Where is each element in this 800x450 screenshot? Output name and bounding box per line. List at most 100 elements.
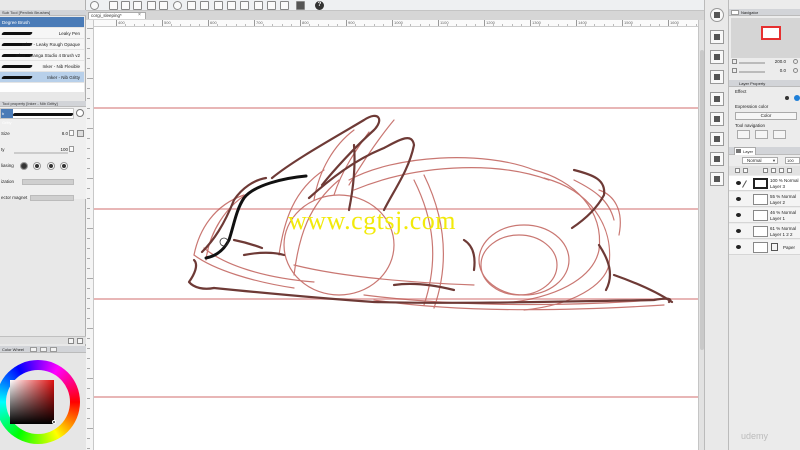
zoom-row[interactable]: 200.0	[731, 59, 800, 66]
navigator-icon[interactable]	[710, 30, 724, 44]
layer-row-layer-2[interactable]: 55 % Normal Layer 2	[729, 192, 800, 207]
expression-color-dropdown[interactable]: Color	[735, 112, 797, 120]
brush-item-nib-gritty[interactable]: Inker - Nib Gritty	[0, 72, 84, 83]
rotate-reset-icon[interactable]	[793, 68, 798, 73]
save-icon[interactable]	[296, 1, 305, 10]
size-spinner[interactable]	[69, 130, 74, 136]
rotate-value[interactable]: 0.0	[780, 68, 786, 73]
color-panel-icon[interactable]	[710, 8, 724, 22]
copy-icon[interactable]	[133, 1, 142, 10]
opacity-spinner[interactable]	[69, 146, 74, 152]
ruler-number: 600	[210, 20, 217, 25]
navigator-viewport-box[interactable]	[761, 26, 781, 40]
clear-icon[interactable]	[200, 1, 209, 10]
ruler-icon[interactable]	[280, 1, 289, 10]
chevron-down-icon[interactable]: ▼	[772, 159, 776, 163]
ruler-display-icon[interactable]	[787, 168, 792, 173]
ruler-tick	[87, 158, 90, 159]
color-picker-handle[interactable]	[52, 420, 56, 424]
brush-item-degree-brush[interactable]: Degree Brush	[0, 17, 84, 28]
reference-layer-icon[interactable]	[743, 168, 748, 173]
select-all-icon[interactable]	[214, 1, 223, 10]
transform-icon[interactable]	[173, 1, 182, 10]
wrench-icon[interactable]	[77, 338, 83, 344]
redo-icon[interactable]	[159, 1, 168, 10]
color-set-tab-icon[interactable]	[40, 347, 47, 352]
border-effect-icon[interactable]	[785, 96, 789, 100]
zoom-slider[interactable]	[739, 62, 765, 64]
visibility-eye-icon[interactable]	[736, 197, 741, 201]
visibility-eye-icon[interactable]	[736, 181, 741, 185]
antialias-none-option[interactable]	[20, 162, 28, 170]
zoom-out-icon[interactable]	[732, 59, 737, 64]
zoom-reset-icon[interactable]	[793, 59, 798, 64]
invert-selection-icon[interactable]	[240, 1, 249, 10]
new-file-icon[interactable]	[109, 1, 118, 10]
item-bank-icon[interactable]	[710, 112, 724, 126]
brush-stroke-preview	[1, 76, 33, 79]
vector-magnet-slider[interactable]	[30, 195, 74, 201]
layer-mask-icon[interactable]	[755, 130, 768, 139]
undo-icon[interactable]	[147, 1, 156, 10]
layer-row-paper[interactable]: Paper	[729, 240, 800, 255]
zoom-preview-icon[interactable]	[76, 109, 84, 117]
material-icon[interactable]	[710, 70, 724, 84]
ruler-tick	[87, 78, 93, 79]
stabilization-slider[interactable]	[22, 179, 74, 185]
settings-icon[interactable]	[68, 338, 74, 344]
layer-opacity-input[interactable]: 100	[785, 157, 800, 164]
open-file-icon[interactable]	[121, 1, 130, 10]
zoom-value[interactable]: 200.0	[775, 59, 786, 64]
ruler-minor-tick	[235, 24, 237, 26]
brush-item-leaky-pen[interactable]: Leaky Pen	[0, 28, 84, 39]
brush-item-nib-flexible[interactable]: Inker - Nib Flexible	[0, 61, 84, 72]
brush-item-leaky-rough-opaque[interactable]: Inker - Leaky Rough Opaque	[0, 39, 84, 50]
lock-layer-icon[interactable]	[771, 168, 776, 173]
visibility-eye-icon[interactable]	[736, 245, 741, 249]
brush-size-row[interactable]: Size 8.0	[0, 129, 86, 138]
opacity-slider[interactable]	[14, 152, 68, 154]
animation-icon[interactable]	[710, 172, 724, 186]
layer-mask-enable-icon[interactable]	[779, 168, 784, 173]
rotate-left-icon[interactable]	[732, 68, 737, 73]
visibility-eye-icon[interactable]	[736, 213, 741, 217]
lock-transparent-icon[interactable]	[763, 168, 768, 173]
grid-icon[interactable]	[267, 1, 276, 10]
layer-property-icon[interactable]	[710, 50, 724, 64]
visibility-eye-icon[interactable]	[736, 229, 741, 233]
crop-icon[interactable]	[254, 1, 263, 10]
color-history-tab-icon[interactable]	[50, 347, 57, 352]
rotate-row[interactable]: 0.0	[731, 68, 800, 75]
layer-color-icon[interactable]	[737, 130, 750, 139]
layer-search-icon[interactable]	[710, 152, 724, 166]
color-slider-tab-icon[interactable]	[30, 347, 37, 352]
antialias-mid-option[interactable]	[46, 162, 55, 170]
antialias-weak-option[interactable]	[33, 162, 42, 170]
clip-layer-icon[interactable]	[735, 168, 740, 173]
layer-opacity-mode: 100 % Normal	[770, 178, 799, 183]
brush-item-manga-studio-4[interactable]: Inker - Manga Studio 4 Brush v2	[0, 50, 84, 61]
help-icon[interactable]: ?	[315, 1, 324, 10]
antialias-strong-option[interactable]	[60, 162, 69, 170]
fill-icon[interactable]	[187, 1, 196, 10]
layer-row-layer-1[interactable]: 46 % Normal Layer 1	[729, 208, 800, 223]
layer-tabs: Layer	[729, 147, 800, 155]
layer-row-layer-3[interactable]: 100 % Normal Layer 3	[729, 176, 800, 191]
layer-name: Layer 1 2 2	[770, 232, 793, 237]
expression-color-icon[interactable]	[794, 95, 800, 101]
layer-ruler-icon[interactable]	[773, 130, 786, 139]
saturation-value-square[interactable]	[10, 380, 54, 424]
history-icon[interactable]	[710, 132, 724, 146]
close-tab-icon[interactable]: ×	[138, 12, 141, 18]
navigator-view[interactable]	[731, 18, 800, 58]
size-dynamics-icon[interactable]	[77, 130, 84, 137]
color-wheel-tab[interactable]: Color Wheel	[0, 346, 86, 353]
eye-icon[interactable]	[90, 1, 99, 10]
layer-row-layer-1-2-2[interactable]: 61 % Normal Layer 1 2 2	[729, 224, 800, 239]
rotate-slider[interactable]	[739, 71, 765, 73]
deselect-icon[interactable]	[227, 1, 236, 10]
sub-view-icon[interactable]	[710, 92, 724, 106]
brush-opacity-row[interactable]: ty 100	[0, 145, 86, 154]
size-value[interactable]: 8.0	[62, 131, 68, 136]
navigator-tab-icon[interactable]	[731, 10, 739, 15]
